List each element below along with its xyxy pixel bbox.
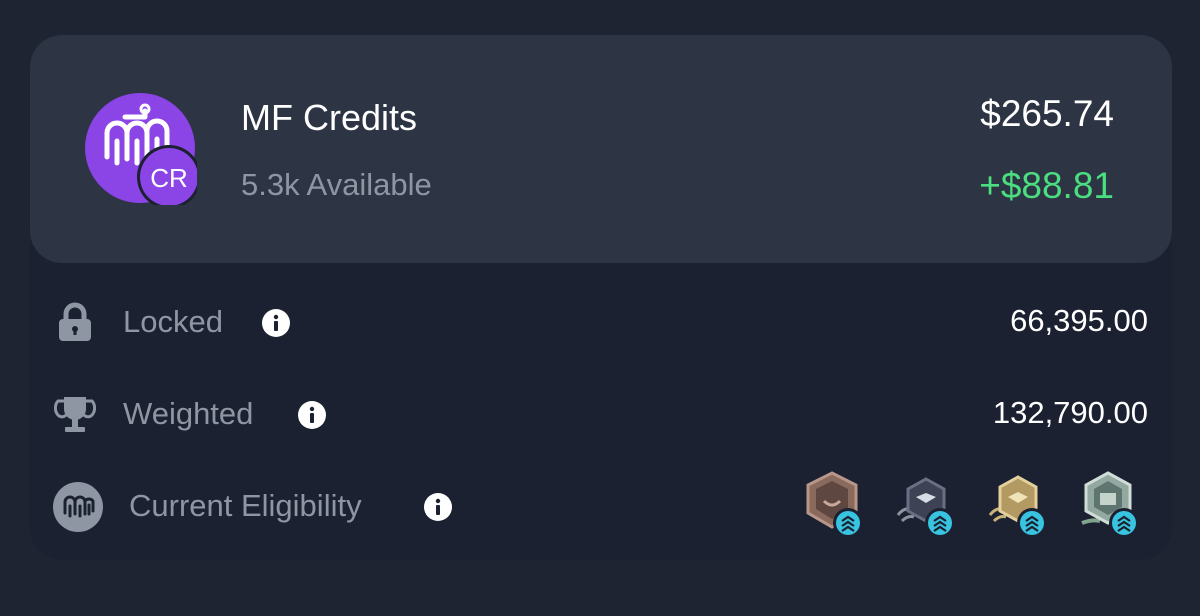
eligibility-label: Current Eligibility [129,488,362,523]
locked-value: 66,395.00 [1010,303,1148,338]
mf-credits-logo-icon: CR [85,93,197,205]
weighted-info-icon[interactable] [298,401,326,429]
silver-badge-icon[interactable] [894,471,964,541]
platinum-badge-icon[interactable] [1078,471,1148,541]
mf-logo-icon [52,481,104,533]
eligibility-badges [800,471,1150,541]
token-badge-text: CR [150,163,188,193]
locked-row: Locked 66,395.00 [30,287,1172,357]
weighted-value: 132,790.00 [992,395,1148,430]
token-card: CR MF Credits 5.3k Available $265.74 +$8… [30,35,1172,560]
weighted-label: Weighted [123,396,254,431]
trophy-icon [54,393,96,435]
bronze-badge-icon[interactable] [802,471,872,541]
token-change: +$88.81 [979,165,1114,206]
token-header[interactable]: CR MF Credits 5.3k Available $265.74 +$8… [30,35,1172,263]
locked-info-icon[interactable] [262,309,290,337]
token-available: 5.3k Available [241,167,432,202]
token-name: MF Credits [241,97,418,138]
token-value: $265.74 [980,93,1114,134]
gold-badge-icon[interactable] [986,471,1056,541]
locked-label: Locked [123,304,223,339]
eligibility-row: Current Eligibility [30,471,1172,541]
weighted-row: Weighted 132,790.00 [30,379,1172,449]
lock-icon [54,301,96,343]
eligibility-info-icon[interactable] [424,493,452,521]
